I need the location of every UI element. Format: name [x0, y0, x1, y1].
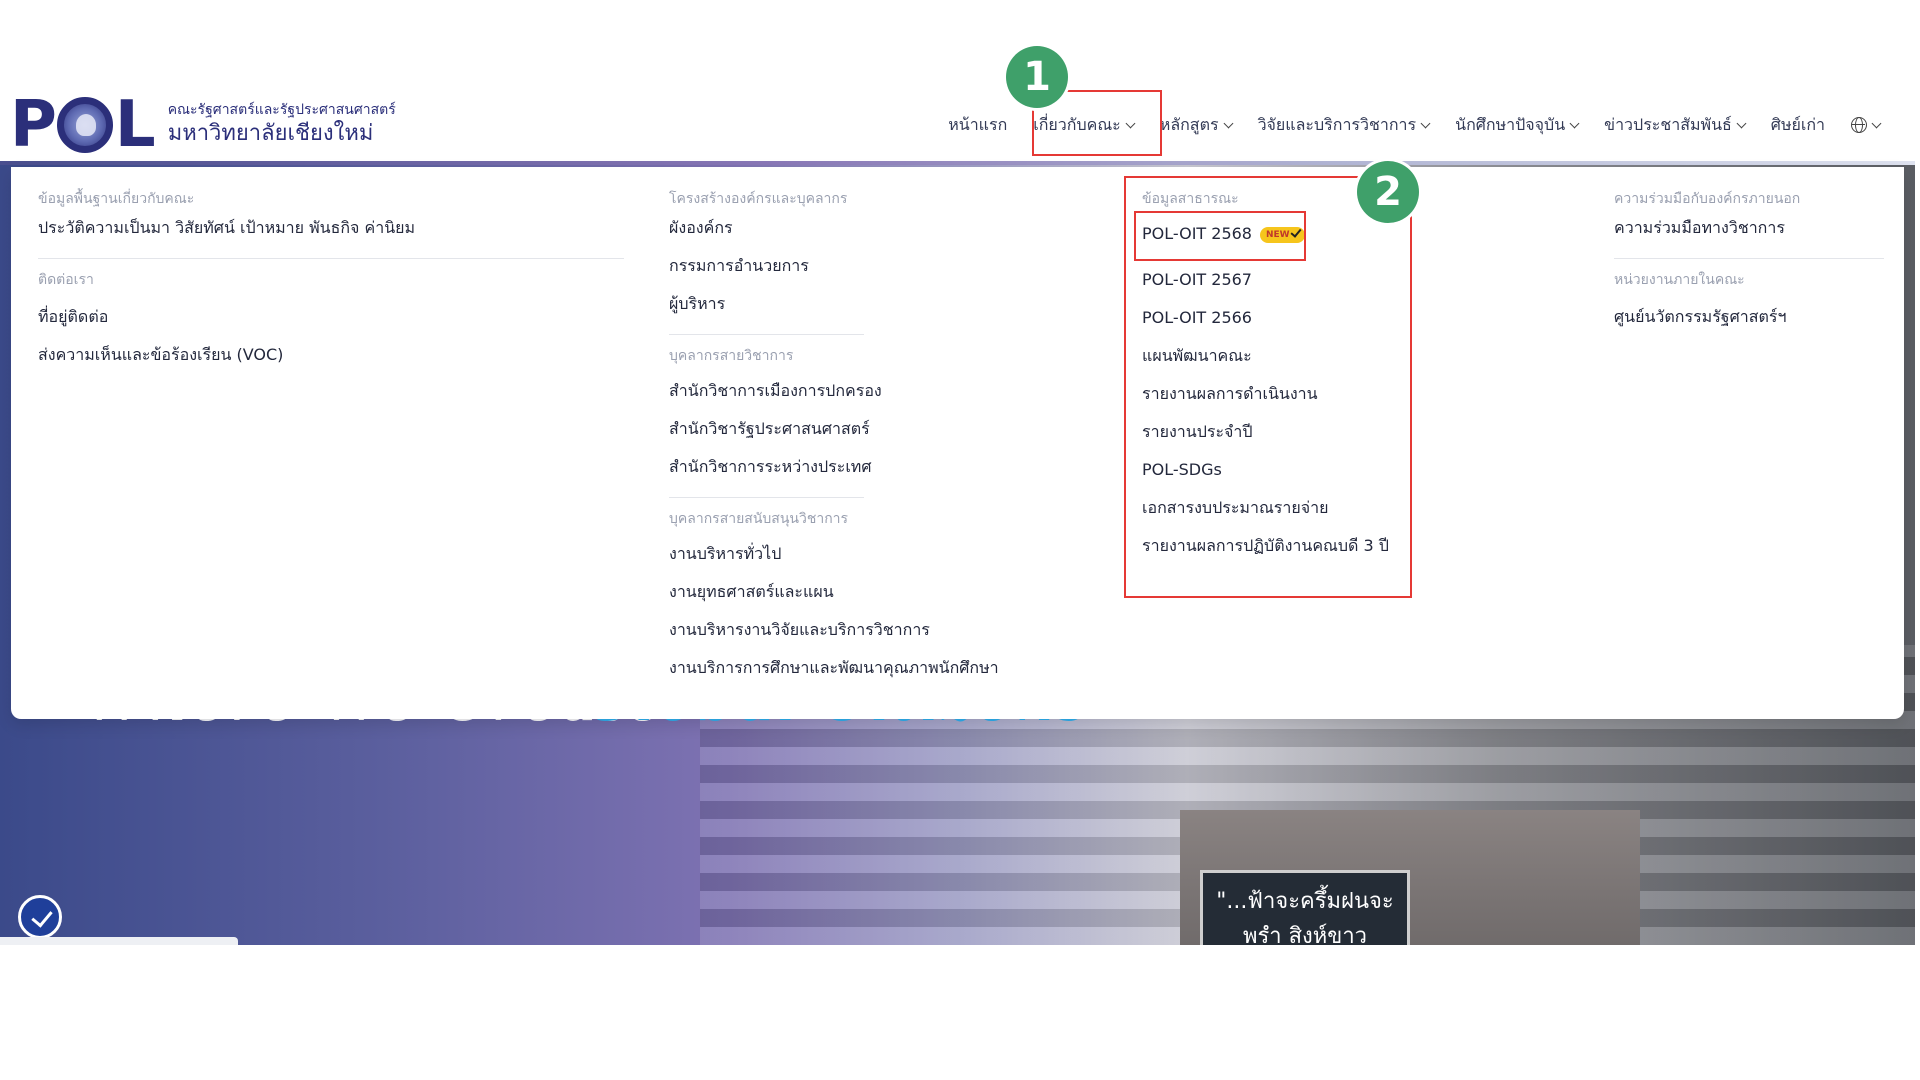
- chevron-down-icon: [1871, 118, 1882, 128]
- callout-step-1: 1: [1006, 46, 1068, 108]
- site-logo[interactable]: PL คณะรัฐศาสตร์และรัฐประศาสนศาสตร์ มหาวิ…: [10, 93, 396, 157]
- site-header: PL คณะรัฐศาสตร์และรัฐประศาสนศาสตร์ มหาวิ…: [0, 85, 1915, 165]
- menu-item-administrators[interactable]: ผู้บริหาร: [669, 285, 1009, 323]
- menu-item-executive-committee[interactable]: กรรมการอำนวยการ: [669, 247, 1009, 285]
- about-mega-menu: ข้อมูลพื้นฐานเกี่ยวกับคณะ ประวัติความเป็…: [11, 167, 1904, 719]
- nav-item-research[interactable]: วิจัยและบริการวิชาการ: [1245, 107, 1443, 143]
- divider: [1614, 258, 1884, 259]
- nav-label: หลักสูตร: [1159, 114, 1219, 134]
- menu-item-research-service[interactable]: งานบริหารงานวิจัยและบริการวิชาการ: [669, 611, 1009, 649]
- menu-item-voc[interactable]: ส่งความเห็นและข้อร้องเรียน (VOC): [38, 336, 624, 374]
- section-heading-academic-staff: บุคลากรสายวิชาการ: [669, 348, 794, 364]
- logo-subtitle-faculty: คณะรัฐศาสตร์และรัฐประศาสนศาสตร์: [167, 102, 396, 118]
- section-heading-structure: โครงสร้างองค์กรและบุคลากร: [669, 191, 848, 207]
- menu-item-public-admin-school[interactable]: สำนักวิชารัฐประศาสนศาสตร์: [669, 410, 1009, 448]
- menu-item-strategy-plan[interactable]: งานยุทธศาสตร์และแผน: [669, 573, 1009, 611]
- menu-item-education-service[interactable]: งานบริการการศึกษาและพัฒนาคุณภาพนักศึกษา: [669, 649, 1009, 687]
- nav-label: หน้าแรก: [948, 114, 1008, 134]
- globe-icon: [1851, 117, 1867, 133]
- language-switcher[interactable]: [1838, 107, 1893, 143]
- callout-step-2: 2: [1357, 161, 1419, 223]
- chevron-down-icon: [1223, 118, 1234, 128]
- chevron-down-icon: [1736, 118, 1747, 128]
- header-gradient-divider: [0, 161, 1915, 165]
- divider: [38, 258, 624, 259]
- menu-item-academic-cooperation[interactable]: ความร่วมมือทางวิชาการ: [1614, 209, 1884, 247]
- nav-item-news[interactable]: ข่าวประชาสัมพันธ์: [1591, 107, 1758, 143]
- logo-text: คณะรัฐศาสตร์และรัฐประศาสนศาสตร์ มหาวิทยา…: [168, 101, 396, 149]
- logo-subtitle-university: มหาวิทยาลัยเชียงใหม่: [167, 121, 374, 146]
- section-heading-internal-units: หน่วยงานภายในคณะ: [1614, 272, 1745, 288]
- menu-item-politics-school[interactable]: สำนักวิชาการเมืองการปกครอง: [669, 372, 1009, 410]
- mega-col-structure: โครงสร้างองค์กรและบุคลากร ผังองค์กร กรรม…: [669, 189, 1009, 687]
- section-heading-support-staff: บุคลากรสายสนับสนุนวิชาการ: [669, 511, 849, 527]
- menu-item-history[interactable]: ประวัติความเป็นมา วิสัยทัศน์ เป้าหมาย พั…: [38, 209, 624, 247]
- highlight-box-pol-oit-2568: [1134, 211, 1306, 261]
- section-heading-contact: ติดต่อเรา: [38, 272, 94, 288]
- menu-item-address[interactable]: ที่อยู่ติดต่อ: [38, 298, 624, 336]
- nav-item-home[interactable]: หน้าแรก: [935, 107, 1020, 143]
- browser-status-bar: [0, 937, 238, 945]
- nav-label: ข่าวประชาสัมพันธ์: [1604, 114, 1732, 134]
- menu-item-innovation-center[interactable]: ศูนย์นวัตกรรมรัฐศาสตร์ฯ: [1614, 298, 1884, 336]
- menu-item-general-admin[interactable]: งานบริหารทั่วไป: [669, 535, 1009, 573]
- logo-emblem-icon: [56, 97, 113, 153]
- nav-label: ศิษย์เก่า: [1770, 114, 1825, 134]
- divider: [669, 497, 864, 498]
- mega-col-basic-info: ข้อมูลพื้นฐานเกี่ยวกับคณะ ประวัติความเป็…: [38, 189, 624, 374]
- browser-viewport: Where We Create Global Citizens "...ฟ้าจ…: [0, 85, 1915, 945]
- divider: [669, 334, 864, 335]
- accessibility-widget-icon[interactable]: [18, 895, 62, 939]
- logo-mark: PL: [10, 88, 156, 162]
- nav-item-alumni[interactable]: ศิษย์เก่า: [1758, 107, 1838, 143]
- nav-label: วิจัยและบริการวิชาการ: [1257, 114, 1417, 134]
- nav-item-students[interactable]: นักศึกษาปัจจุบัน: [1442, 107, 1591, 143]
- nav-label: นักศึกษาปัจจุบัน: [1455, 114, 1566, 134]
- chevron-down-icon: [1420, 118, 1431, 128]
- menu-item-org-chart[interactable]: ผังองค์กร: [669, 209, 1009, 247]
- screenshot-root: Where We Create Global Citizens "...ฟ้าจ…: [0, 0, 1920, 1080]
- menu-item-international-school[interactable]: สำนักวิชาการระหว่างประเทศ: [669, 448, 1009, 486]
- section-heading-basic-info: ข้อมูลพื้นฐานเกี่ยวกับคณะ: [38, 191, 195, 207]
- mega-col-partners: ความร่วมมือกับองค์กรภายนอก ความร่วมมือทา…: [1614, 189, 1884, 336]
- statue-plaque: "...ฟ้าจะครึ้มฝนจะพรำ สิงห์ขาว: [1200, 870, 1410, 945]
- chevron-down-icon: [1569, 118, 1580, 128]
- section-heading-partners: ความร่วมมือกับองค์กรภายนอก: [1614, 191, 1801, 207]
